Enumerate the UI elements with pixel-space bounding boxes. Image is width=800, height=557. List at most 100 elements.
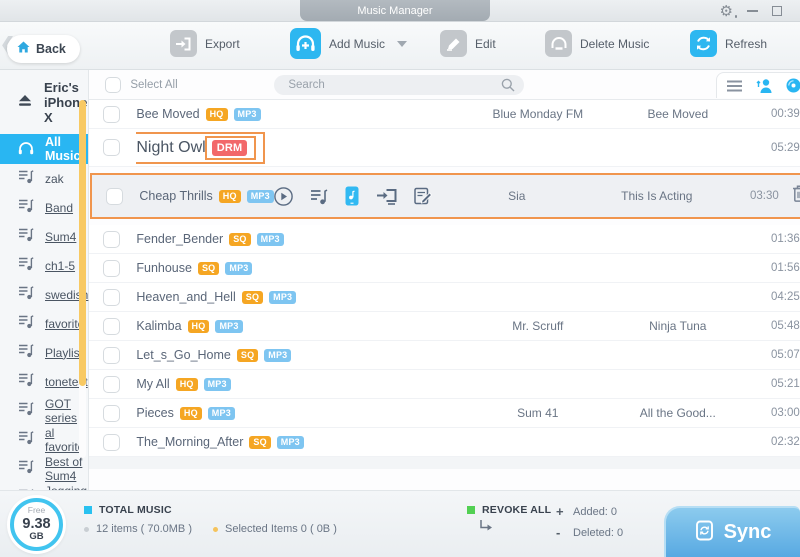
play-icon[interactable]: [273, 186, 293, 206]
sidebar-playlist-item[interactable]: Sum4: [0, 222, 88, 251]
search-input[interactable]: [274, 75, 525, 95]
tag-hq: HQ: [187, 319, 210, 333]
song-name-cell: Cheap Thrills HQ MP3: [139, 186, 446, 206]
song-row[interactable]: Let_s_Go_Home SQ MP3 05:07: [89, 341, 800, 370]
song-list-panel: Select All Search Bee Moved HQ MP3 Blue …: [89, 70, 800, 490]
song-checkbox[interactable]: [103, 288, 121, 306]
sync-label: Sync: [723, 521, 772, 543]
tag-hq: HQ: [175, 377, 198, 391]
trash-icon[interactable]: [792, 185, 800, 208]
song-row[interactable]: Heaven_and_Hell SQ MP3 04:25: [89, 283, 800, 312]
sync-button[interactable]: Sync: [664, 506, 800, 557]
select-all-checkbox[interactable]: [105, 76, 122, 93]
song-name-cell: My All HQ MP3: [136, 377, 467, 391]
song-checkbox[interactable]: [103, 346, 121, 364]
music-manager-window: Music Manager ⚙ ❮ Back Export Add Music: [0, 0, 800, 557]
sidebar-playlist-item[interactable]: zak: [0, 164, 88, 193]
song-album: This Is Acting: [621, 189, 693, 203]
song-duration: 01:36: [771, 233, 800, 245]
song-checkbox[interactable]: [103, 259, 121, 277]
song-tags: SQ MP3: [197, 261, 253, 275]
playlist-icon: [18, 198, 34, 218]
free-space-ring: Free 9.38 GB: [10, 498, 63, 551]
revoke-all-block[interactable]: REVOKE ALL: [467, 504, 551, 537]
song-checkbox[interactable]: [103, 230, 121, 248]
view-toggle-group: [715, 72, 800, 98]
gear-icon[interactable]: ⚙: [720, 4, 738, 19]
tag-mp3: MP3: [225, 261, 253, 275]
playlist-icon: [18, 343, 34, 363]
list-view-icon[interactable]: [726, 80, 742, 92]
home-icon: [17, 40, 30, 58]
tag-hq: HQ: [218, 189, 241, 203]
song-tags: DRM: [204, 135, 257, 160]
sidebar-playlist-item[interactable]: swedish: [0, 280, 88, 309]
sidebar-playlist-item[interactable]: GOT series: [0, 396, 88, 425]
sidebar-playlist-item[interactable]: ch1-5: [0, 251, 88, 280]
add-to-playlist-icon[interactable]: [310, 188, 328, 205]
sidebar-playlist-item[interactable]: favorite: [0, 309, 88, 338]
song-row[interactable]: Fender_Bender SQ MP3 01:36: [89, 225, 800, 254]
export-button[interactable]: Export: [170, 30, 240, 57]
sidebar-playlist-item[interactable]: Playlist: [0, 338, 88, 367]
refresh-button[interactable]: Refresh: [690, 30, 767, 57]
song-row[interactable]: Night Owl DRM 05:29: [89, 129, 800, 167]
sidebar-playlist-item[interactable]: tonetest: [0, 367, 88, 396]
playlist-icon: [18, 372, 34, 392]
edit-button[interactable]: Edit: [440, 30, 496, 57]
song-checkbox[interactable]: [103, 139, 121, 156]
song-row[interactable]: The_Morning_After SQ MP3 02:32: [89, 428, 800, 457]
sidebar-playlist-item[interactable]: al favorite: [0, 425, 88, 454]
tag-mp3: MP3: [203, 377, 231, 391]
select-all[interactable]: Select All: [105, 76, 178, 93]
song-checkbox[interactable]: [103, 433, 121, 451]
sidebar-item-all-music[interactable]: All Music: [0, 134, 89, 164]
playlist-label: Playlist: [45, 345, 84, 360]
edit-info-icon[interactable]: [414, 187, 433, 205]
device-header: Eric's iPhone X: [0, 70, 88, 134]
song-duration: 05:48: [771, 320, 800, 332]
window-title: Music Manager: [300, 0, 490, 21]
delete-music-button[interactable]: Delete Music: [545, 30, 649, 57]
sidebar-playlist-item[interactable]: Band: [0, 193, 88, 222]
song-checkbox[interactable]: [103, 317, 121, 335]
tag-mp3: MP3: [233, 107, 261, 121]
back-button[interactable]: Back: [7, 35, 80, 63]
song-duration: 03:30: [750, 190, 779, 202]
song-row[interactable]: Kalimba HQ MP3 Mr. Scruff Ninja Tuna 05:…: [89, 312, 800, 341]
song-tags: HQ MP3: [218, 189, 274, 203]
song-duration: 05:07: [771, 349, 800, 361]
sidebar-scrollbar-thumb[interactable]: [79, 100, 87, 386]
song-checkbox[interactable]: [103, 404, 121, 422]
song-row[interactable]: Bee Moved HQ MP3 Blue Monday FM Bee Move…: [89, 100, 800, 129]
chevron-down-icon[interactable]: [397, 40, 408, 47]
sidebar-playlist-item[interactable]: Best of Sum4: [0, 454, 88, 483]
song-row[interactable]: Cheap Thrills HQ MP3 Sia This Is Acting …: [90, 173, 800, 219]
song-name-wrap: Let_s_Go_Home SQ MP3: [136, 348, 292, 362]
search-icon[interactable]: [501, 78, 515, 97]
tag-sq: SQ: [197, 261, 220, 275]
artist-view-icon[interactable]: [756, 78, 772, 93]
song-checkbox[interactable]: [103, 375, 121, 393]
sidebar-scrollbar[interactable]: [79, 100, 87, 458]
song-name-wrap: Bee Moved HQ MP3: [136, 107, 261, 121]
main-area: Eric's iPhone X All Music zak Band Sum4: [0, 70, 800, 512]
song-duration: 00:39: [771, 108, 800, 120]
minimize-icon[interactable]: [747, 10, 758, 12]
eject-icon[interactable]: [18, 94, 32, 112]
song-tags: SQ MP3: [229, 232, 284, 246]
song-row[interactable]: My All HQ MP3 05:21: [89, 370, 800, 399]
export-to-pc-icon[interactable]: [376, 187, 397, 205]
song-checkbox[interactable]: [106, 187, 124, 205]
song-row[interactable]: Pieces HQ MP3 Sum 41 All the Good... 03:…: [89, 399, 800, 428]
song-duration: 02:32: [771, 436, 800, 448]
back-label: Back: [36, 42, 66, 56]
song-row[interactable]: Funhouse SQ MP3 01:56: [89, 254, 800, 283]
maximize-icon[interactable]: [772, 6, 782, 16]
playlist-icon: [18, 169, 34, 189]
items-count: 12 items ( 70.0MB ): [96, 523, 192, 535]
song-checkbox[interactable]: [103, 105, 121, 123]
add-music-button[interactable]: Add Music: [290, 28, 408, 59]
export-to-phone-icon[interactable]: [345, 186, 359, 206]
album-view-icon[interactable]: [786, 78, 800, 93]
